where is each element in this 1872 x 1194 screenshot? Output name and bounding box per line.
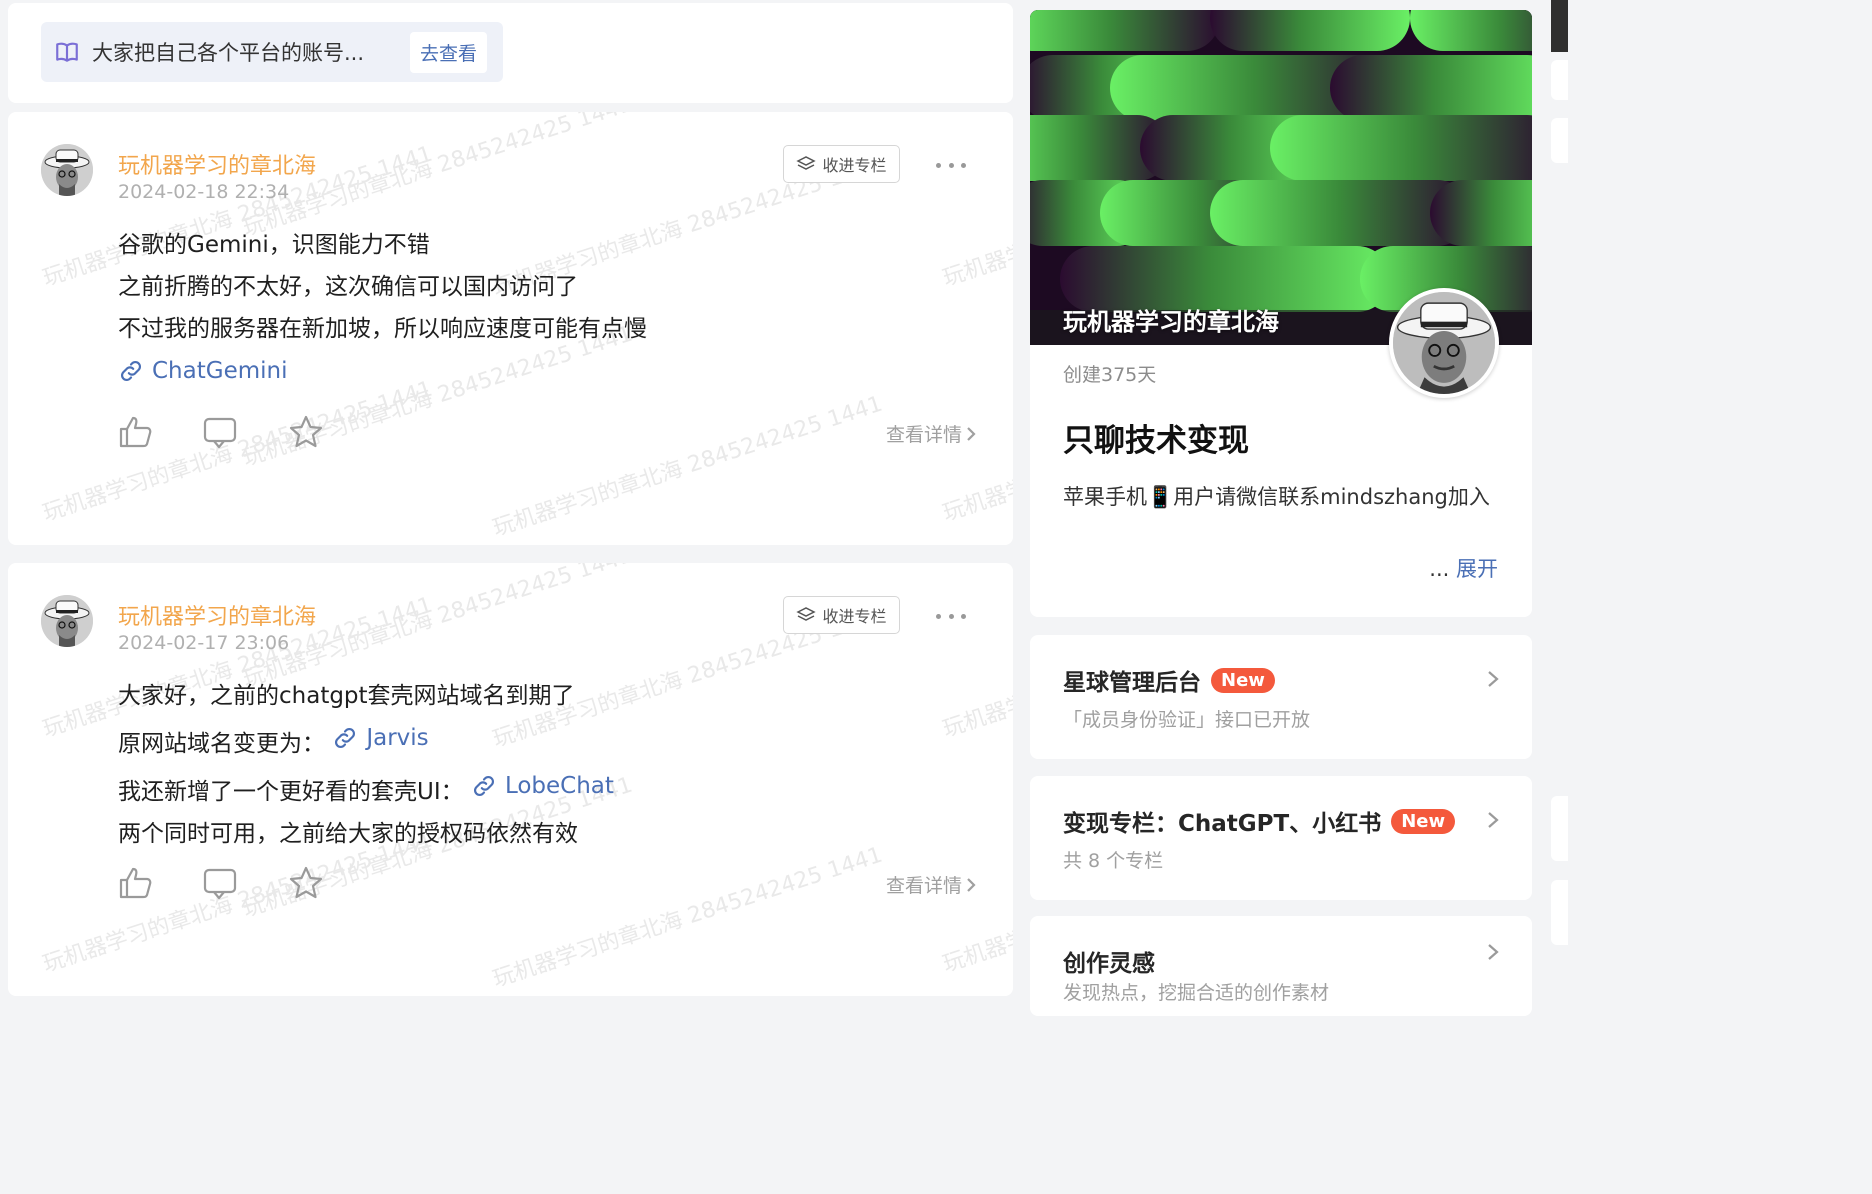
edge-fragment (1551, 796, 1568, 861)
collect-to-column-button[interactable]: 收进专栏 (783, 596, 900, 634)
monetize-column-entry[interactable]: 变现专栏：ChatGPT、小红书 New 共 8 个专栏 (1030, 776, 1532, 900)
planet-admin-entry[interactable]: 星球管理后台 New 「成员身份验证」接口已开放 (1030, 635, 1532, 759)
thumbs-up-icon[interactable] (118, 865, 154, 901)
watermark: 玩机器学习的章北海 2845242425 1441 (489, 391, 886, 542)
post-text-line: 两个同时可用，之前给大家的授权码依然有效 (118, 821, 578, 847)
planet-profile-card: 玩机器学习的章北海 创建375天 只聊技术变现 苹果手机📱用户请微信联系mind… (1030, 10, 1532, 617)
comment-icon[interactable] (202, 865, 238, 901)
chatgemini-link[interactable]: ChatGemini (118, 350, 287, 392)
created-days: 创建375天 (1063, 364, 1157, 386)
ellipsis: ... (1429, 557, 1450, 581)
menu-title: 星球管理后台 (1063, 670, 1201, 696)
view-details-label: 查看详情 (885, 424, 962, 446)
notice-text: 大家把自己各个平台的账号... (92, 41, 365, 65)
post-text-line: 原网站域名变更为： (118, 731, 325, 757)
collect-label: 收进专栏 (822, 607, 887, 626)
more-options-button[interactable] (934, 150, 968, 180)
view-details-link[interactable]: 查看详情 (886, 420, 976, 447)
watermark: 玩机器学习的章北海 2845242425 1441 (489, 842, 886, 993)
chevron-right-icon (1488, 812, 1499, 828)
post-text-line: 谷歌的Gemini，识图能力不错 (118, 232, 430, 258)
chevron-right-icon (1488, 671, 1499, 687)
more-options-button[interactable] (934, 601, 968, 631)
stack-icon (796, 156, 817, 170)
expand-button[interactable]: ... 展开 (1429, 553, 1498, 583)
post-time: 2024-02-17 23:06 (118, 632, 290, 654)
new-badge: New (1391, 808, 1456, 834)
avatar[interactable] (41, 595, 93, 647)
link-label: LobeChat (504, 773, 614, 799)
stack-icon (796, 607, 817, 621)
link-label: ChatGemini (152, 358, 288, 384)
profile-avatar[interactable] (1389, 288, 1499, 398)
star-icon[interactable] (288, 865, 324, 901)
post-card: 玩机器学习的章北海 2845242425 1441 玩机器学习的章北海 2845… (8, 112, 1013, 545)
collect-label: 收进专栏 (822, 156, 887, 175)
edge-fragment (1551, 880, 1568, 945)
avatar[interactable] (41, 144, 93, 196)
post-text-line: 大家好，之前的chatgpt套壳网站域名到期了 (118, 683, 575, 709)
creative-inspiration-entry[interactable]: 创作灵感 发现热点，挖掘合适的创作素材 (1030, 916, 1532, 1016)
link-icon (335, 728, 356, 748)
edge-fragment (1551, 0, 1568, 52)
author-name[interactable]: 玩机器学习的章北海 (118, 148, 316, 180)
view-details-label: 查看详情 (885, 875, 962, 897)
post-content: 谷歌的Gemini，识图能力不错 之前折腾的不太好，这次确信可以国内访问了 不过… (118, 224, 647, 398)
post-text-line: 不过我的服务器在新加坡，所以响应速度可能有点慢 (118, 316, 647, 342)
post-card: 玩机器学习的章北海 2845242425 1441 玩机器学习的章北海 2845… (8, 563, 1013, 996)
expand-label: 展开 (1456, 557, 1498, 581)
link-icon (473, 776, 494, 796)
post-text-line: 我还新增了一个更好看的套壳UI： (118, 779, 464, 805)
comment-icon[interactable] (202, 414, 238, 450)
view-details-link[interactable]: 查看详情 (886, 871, 976, 898)
chevron-right-icon (967, 877, 976, 892)
view-notice-button[interactable]: 去查看 (410, 31, 488, 73)
post-time: 2024-02-18 22:34 (118, 181, 290, 203)
author-name[interactable]: 玩机器学习的章北海 (118, 599, 316, 631)
planet-description: 苹果手机📱用户请微信联系mindszhang加入 (1063, 485, 1490, 509)
jarvis-link[interactable]: Jarvis (332, 717, 429, 759)
notice-banner[interactable]: 大家把自己各个平台的账号... 去查看 (41, 22, 503, 82)
planet-owner-name: 玩机器学习的章北海 (1063, 308, 1279, 336)
edge-fragment (1551, 118, 1568, 163)
menu-subtitle: 共 8 个专栏 (1063, 850, 1164, 872)
planet-title: 只聊技术变现 (1063, 423, 1249, 459)
post-actions: 查看详情 (118, 414, 978, 454)
menu-subtitle: 发现热点，挖掘合适的创作素材 (1063, 982, 1330, 1004)
menu-subtitle: 「成员身份验证」接口已开放 (1063, 709, 1311, 731)
new-badge: New (1211, 667, 1275, 693)
lobechat-link[interactable]: LobeChat (471, 765, 614, 807)
star-icon[interactable] (288, 414, 324, 450)
chevron-right-icon (1488, 944, 1499, 960)
post-text-line: 之前折腾的不太好，这次确信可以国内访问了 (118, 274, 578, 300)
menu-title: 创作灵感 (1063, 951, 1155, 977)
link-label: Jarvis (366, 725, 429, 751)
thumbs-up-icon[interactable] (118, 414, 154, 450)
collect-to-column-button[interactable]: 收进专栏 (783, 145, 900, 183)
post-content: 大家好，之前的chatgpt套壳网站域名到期了 原网站域名变更为： Jarvis… (118, 675, 614, 855)
notice-card: 大家把自己各个平台的账号... 去查看 (8, 3, 1013, 103)
edge-fragment (1551, 60, 1568, 100)
menu-title: 变现专栏：ChatGPT、小红书 (1063, 811, 1382, 837)
link-icon (121, 361, 141, 381)
post-actions: 查看详情 (118, 865, 978, 905)
chevron-right-icon (967, 426, 976, 441)
book-icon (56, 42, 78, 62)
